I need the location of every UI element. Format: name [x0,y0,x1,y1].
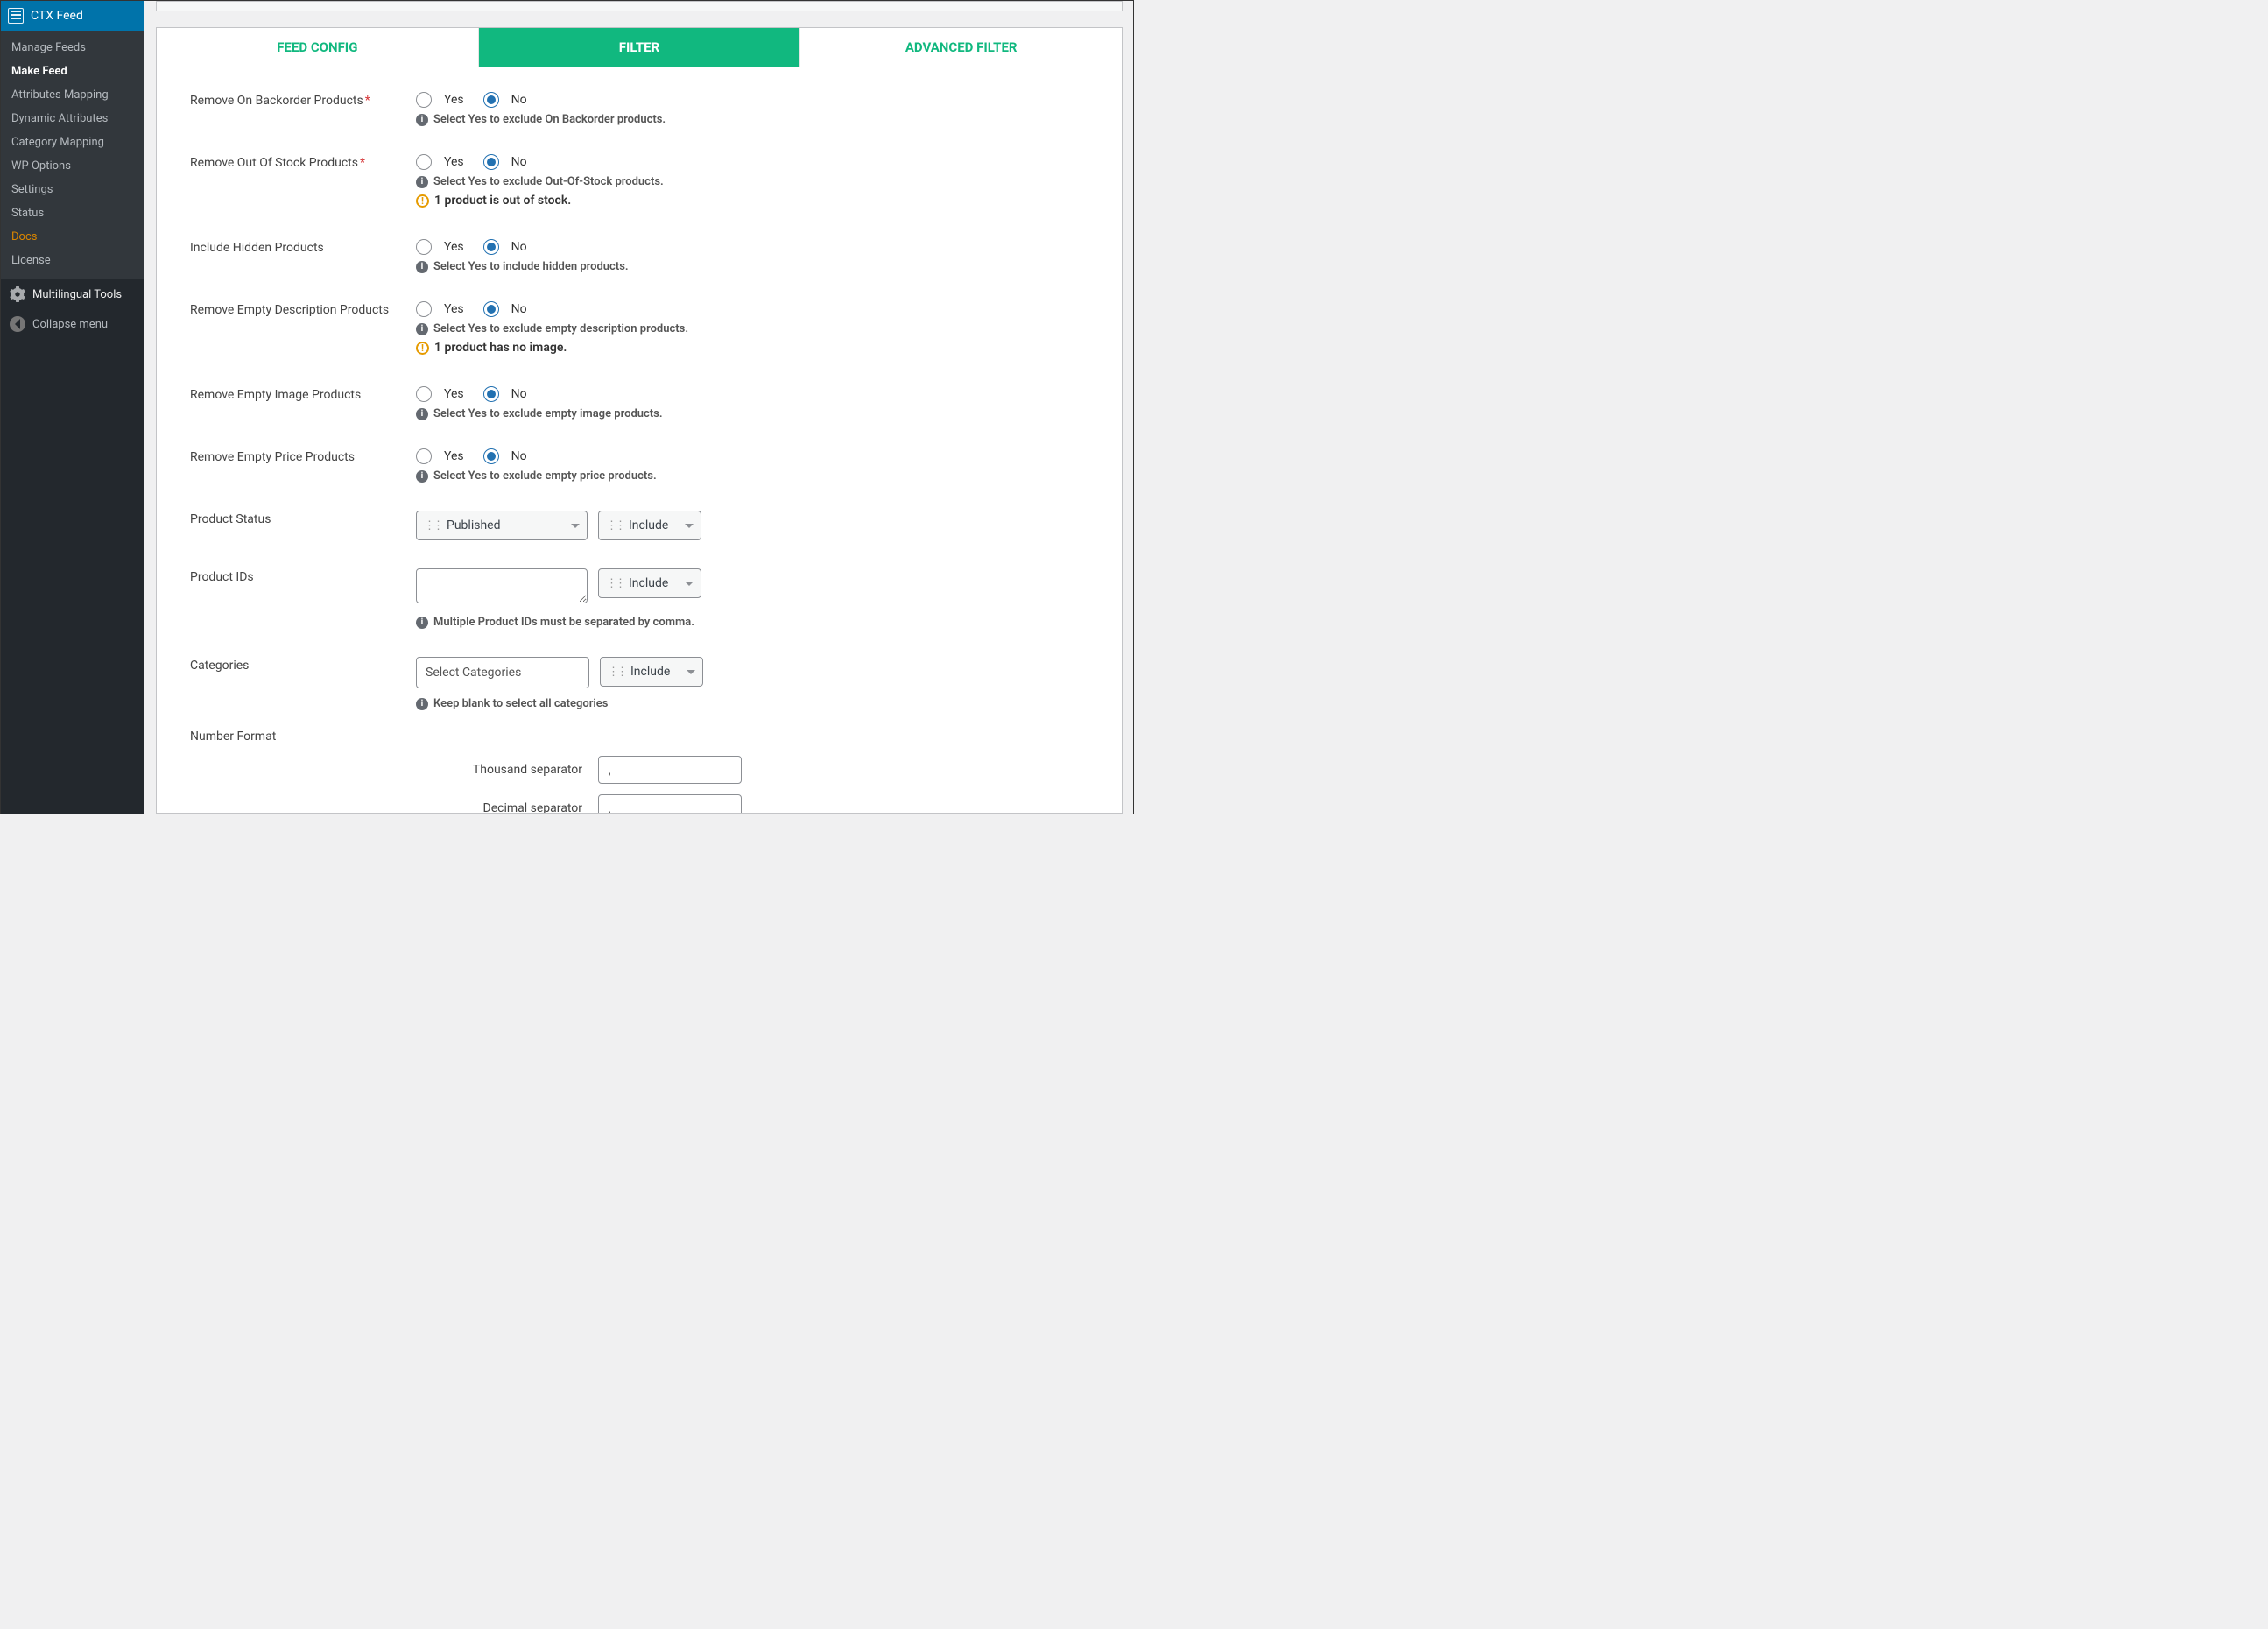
sidebar-item-settings[interactable]: Settings [1,178,144,201]
sidebar-item-label: Multilingual Tools [32,288,122,301]
collapse-icon [10,316,25,332]
info-icon: i [416,617,428,629]
chevron-down-icon [687,670,695,679]
content-area: FEED CONFIG FILTER ADVANCED FILTER Remov… [144,1,1133,814]
select-product-status-mode[interactable]: ⋮⋮ Include [598,511,701,540]
sidebar-head-label: CTX Feed [31,9,83,23]
sidebar-item-status[interactable]: Status [1,201,144,225]
collapse-label: Collapse menu [32,318,108,331]
grip-icon: ⋮⋮ [606,519,623,532]
sidebar-head-ctxfeed[interactable]: CTX Feed [1,1,144,31]
chevron-down-icon [571,524,580,532]
label-decimal-separator: Decimal separator [190,801,598,814]
label-backorder: Remove On Backorder Products* [190,92,416,108]
collapse-menu[interactable]: Collapse menu [1,309,144,339]
select-product-status[interactable]: ⋮⋮ Published [416,511,588,540]
label-categories: Categories [190,657,416,673]
sidebar-item-docs[interactable]: Docs [1,225,144,249]
label-product-status: Product Status [190,511,416,526]
label-empty-desc: Remove Empty Description Products [190,301,416,317]
warning-icon: ! [416,194,429,208]
label-oos: Remove Out Of Stock Products* [190,154,416,170]
label-empty-img: Remove Empty Image Products [190,386,416,402]
tab-feed-config[interactable]: FEED CONFIG [157,28,479,67]
sidebar-item-category-mapping[interactable]: Category Mapping [1,130,144,154]
radio-empty-price-no[interactable] [483,448,499,464]
radio-backorder-no[interactable] [483,92,499,108]
info-icon: i [416,323,428,335]
sidebar-item-wp-options[interactable]: WP Options [1,154,144,178]
sidebar-item-attributes-mapping[interactable]: Attributes Mapping [1,83,144,107]
grip-icon: ⋮⋮ [608,666,625,679]
warning-icon: ! [416,342,429,355]
notice-bar [156,1,1123,11]
select-product-ids-mode[interactable]: ⋮⋮ Include [598,568,701,598]
select-categories[interactable]: Select Categories [416,657,589,688]
label-number-format: Number Format [190,730,1088,744]
radio-empty-desc-yes[interactable] [416,301,432,317]
ctxfeed-icon [8,8,24,24]
radio-backorder-yes[interactable] [416,92,432,108]
info-icon: i [416,698,428,710]
label-thousand-separator: Thousand separator [190,763,598,777]
sidebar-item-dynamic-attributes[interactable]: Dynamic Attributes [1,107,144,130]
select-categories-mode[interactable]: ⋮⋮ Include [600,657,703,687]
tab-filter[interactable]: FILTER [479,28,801,67]
label-empty-price: Remove Empty Price Products [190,448,416,464]
info-icon: i [416,408,428,420]
textarea-product-ids[interactable] [416,568,588,603]
filter-panel: Remove On Backorder Products* Yes No iSe… [156,67,1123,814]
chevron-down-icon [685,582,694,590]
radio-empty-img-yes[interactable] [416,386,432,402]
label-hidden: Include Hidden Products [190,239,416,255]
tab-bar: FEED CONFIG FILTER ADVANCED FILTER [156,27,1123,67]
sidebar-submenu: Manage Feeds Make Feed Attributes Mappin… [1,31,144,279]
radio-empty-img-no[interactable] [483,386,499,402]
tab-advanced-filter[interactable]: ADVANCED FILTER [800,28,1122,67]
radio-hidden-yes[interactable] [416,239,432,255]
input-decimal-separator[interactable] [598,794,742,814]
sidebar-item-multilingual[interactable]: Multilingual Tools [1,279,144,309]
info-icon: i [416,470,428,483]
grip-icon: ⋮⋮ [606,577,623,590]
radio-empty-desc-no[interactable] [483,301,499,317]
warn-noimage: !1 product has no image. [416,341,1088,355]
radio-empty-price-yes[interactable] [416,448,432,464]
sidebar-item-license[interactable]: License [1,249,144,272]
radio-oos-no[interactable] [483,154,499,170]
info-icon: i [416,176,428,188]
input-thousand-separator[interactable] [598,756,742,784]
radio-hidden-no[interactable] [483,239,499,255]
sidebar-item-manage-feeds[interactable]: Manage Feeds [1,36,144,60]
admin-sidebar: CTX Feed Manage Feeds Make Feed Attribut… [1,1,144,814]
warn-oos: !1 product is out of stock. [416,194,1088,208]
sidebar-item-make-feed[interactable]: Make Feed [1,60,144,83]
info-icon: i [416,114,428,126]
radio-oos-yes[interactable] [416,154,432,170]
grip-icon: ⋮⋮ [424,519,441,532]
info-icon: i [416,261,428,273]
chevron-down-icon [685,524,694,532]
label-product-ids: Product IDs [190,568,416,584]
gear-icon [10,286,25,302]
